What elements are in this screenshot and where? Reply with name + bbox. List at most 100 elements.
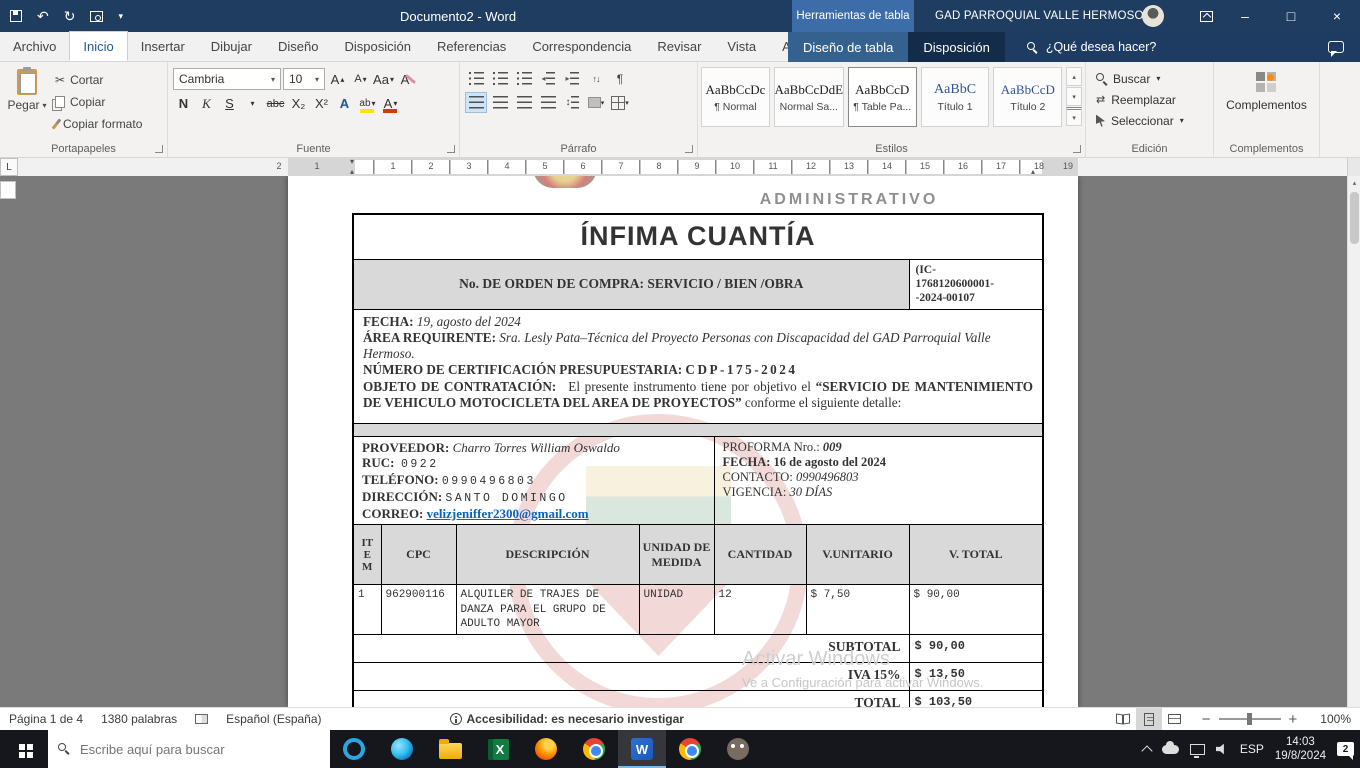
web-layout-button[interactable] — [1162, 708, 1188, 730]
underline-options-icon[interactable]: ▾ — [242, 93, 263, 114]
taskbar-file-explorer[interactable] — [426, 730, 474, 768]
clipboard-dialog-launcher[interactable] — [155, 145, 163, 153]
cell-cpc[interactable]: 962900116 — [381, 585, 456, 635]
taskbar-chrome[interactable] — [570, 730, 618, 768]
tab-archivo[interactable]: Archivo — [0, 31, 69, 61]
proforma-cell[interactable]: PROFORMA Nro.: 009 FECHA: 16 de agosto d… — [714, 436, 1043, 525]
taskbar-clock[interactable]: 14:03 19/8/2024 — [1275, 735, 1326, 764]
align-center-button[interactable] — [489, 92, 511, 113]
order-code-cell[interactable]: (IC- 1768120600001- -2024-00107 — [909, 259, 1043, 309]
tab-diseno-de-tabla[interactable]: Diseño de tabla — [788, 32, 908, 62]
taskbar-gimp[interactable] — [714, 730, 762, 768]
iva-label[interactable]: IVA 15% — [353, 663, 909, 691]
page-indicator[interactable]: Página 1 de 4 — [0, 708, 92, 730]
save-icon[interactable] — [10, 10, 22, 22]
horizontal-ruler[interactable]: L 2 1 1 2 3 4 5 6 7 8 9 10 11 12 13 14 1… — [0, 158, 1360, 176]
decrease-indent-button[interactable]: ◂ — [537, 68, 559, 89]
styles-gallery-more[interactable]: ▾ — [1066, 107, 1082, 126]
taskbar-search[interactable] — [48, 730, 330, 768]
total-value[interactable]: $ 103,50 — [909, 691, 1043, 707]
copy-button[interactable]: Copiar — [51, 91, 146, 113]
spacer-row[interactable] — [353, 423, 1043, 436]
correo-link[interactable]: velizjeniffer2300@gmail.com — [427, 506, 589, 521]
zoom-slider-thumb[interactable] — [1247, 713, 1252, 725]
tab-dibujar[interactable]: Dibujar — [198, 31, 265, 61]
taskbar-word-active[interactable]: W — [618, 730, 666, 768]
account-name[interactable]: GAD PARROQUIAL VALLE HERMOSO — [935, 0, 1144, 32]
subscript-button[interactable]: X₂ — [288, 93, 309, 114]
close-button[interactable]: × — [1314, 0, 1360, 32]
taskbar-chrome-2[interactable] — [666, 730, 714, 768]
clear-formatting-button[interactable]: A — [396, 69, 417, 90]
justify-button[interactable] — [537, 92, 559, 113]
paste-button[interactable]: Pegar▾ — [3, 65, 51, 139]
style-normal[interactable]: AaBbCcDc ¶ Normal — [701, 67, 770, 127]
styles-scroll-up[interactable]: ▴ — [1066, 67, 1082, 86]
taskbar-search-input[interactable] — [80, 742, 300, 757]
zoom-level[interactable]: 100% — [1311, 708, 1360, 730]
header-cpc[interactable]: CPC — [381, 525, 456, 585]
cut-button[interactable]: ✂Cortar — [51, 69, 146, 91]
ribbon-display-options[interactable] — [1186, 0, 1226, 32]
cell-v-unitario[interactable]: $ 7,50 — [806, 585, 909, 635]
avatar[interactable] — [1142, 5, 1164, 27]
tab-correspondencia[interactable]: Correspondencia — [519, 31, 644, 61]
start-button[interactable] — [0, 730, 48, 768]
volume-tray[interactable] — [1216, 743, 1229, 755]
line-spacing-button[interactable]: ↕ — [561, 92, 583, 113]
header-unidad[interactable]: UNIDAD DE MEDIDA — [639, 525, 714, 585]
network-tray[interactable] — [1190, 744, 1205, 755]
header-v-unitario[interactable]: V.UNITARIO — [806, 525, 909, 585]
total-label[interactable]: TOTAL — [353, 691, 909, 707]
addins-button[interactable]: Complementos — [1218, 68, 1315, 116]
order-label-cell[interactable]: No. DE ORDEN DE COMPRA: SERVICIO / BIEN … — [353, 259, 909, 309]
header-item[interactable]: ITEM — [353, 525, 381, 585]
styles-dialog-launcher[interactable] — [1073, 145, 1081, 153]
style-table-paragraph[interactable]: AaBbCcD ¶ Table Pa... — [848, 67, 917, 127]
right-indent-marker[interactable]: ▴ — [1031, 168, 1035, 176]
first-line-indent-marker[interactable]: ▾ — [350, 158, 354, 166]
shading-button[interactable]: ▾ — [585, 92, 607, 113]
increase-indent-button[interactable]: ▸ — [561, 68, 583, 89]
find-button[interactable]: Buscar▾ — [1089, 68, 1210, 89]
proofing-status[interactable] — [186, 708, 217, 730]
cell-unidad[interactable]: UNIDAD — [639, 585, 714, 635]
order-info-cell[interactable]: FECHA: 19, agosto del 2024 ÁREA REQUIREN… — [353, 309, 1043, 423]
format-painter-button[interactable]: Copiar formato — [51, 113, 146, 135]
tab-inicio[interactable]: Inicio — [69, 31, 127, 61]
bold-button[interactable]: N — [173, 93, 194, 114]
shrink-font-button[interactable]: A▾ — [350, 69, 371, 90]
notifications-icon[interactable]: 2 — [1337, 742, 1354, 756]
numbering-button[interactable] — [489, 68, 511, 89]
underline-button[interactable]: S — [219, 93, 240, 114]
scroll-up-arrow[interactable]: ▴ — [1348, 176, 1360, 190]
undo-icon[interactable]: ↶ — [37, 8, 49, 25]
text-effects-button[interactable]: A — [334, 93, 355, 114]
language-indicator[interactable]: Español (España) — [217, 708, 330, 730]
tab-disposicion-tabla[interactable]: Disposición — [908, 32, 1004, 62]
customize-quick-access-icon[interactable]: ▾ — [118, 11, 123, 22]
align-right-button[interactable] — [513, 92, 535, 113]
proveedor-cell[interactable]: PROVEEDOR: Charro Torres William Oswaldo… — [353, 436, 714, 525]
style-heading-1[interactable]: AaBbC Título 1 — [921, 67, 990, 127]
cell-v-total[interactable]: $ 90,00 — [909, 585, 1043, 635]
document-page[interactable]: ADMINISTRATIVO ÍNFIMA CUANTÍA No. DE ORD… — [288, 176, 1078, 707]
minimize-button[interactable]: – — [1222, 0, 1268, 32]
taskbar-firefox[interactable] — [522, 730, 570, 768]
cell-cantidad[interactable]: 12 — [714, 585, 806, 635]
zoom-out-button[interactable]: − — [1202, 712, 1211, 727]
tab-diseno[interactable]: Diseño — [265, 31, 331, 61]
style-heading-2[interactable]: AaBbCcD Título 2 — [993, 67, 1062, 127]
left-indent-marker[interactable]: ▴ — [350, 168, 354, 176]
replace-button[interactable]: ⇄Reemplazar — [1089, 89, 1210, 110]
borders-button[interactable]: ▾ — [609, 92, 631, 113]
font-dialog-launcher[interactable] — [447, 145, 455, 153]
scrollbar-thumb[interactable] — [1350, 192, 1359, 244]
cell-descripcion[interactable]: ALQUILER DE TRAJES DE DANZA PARA EL GRUP… — [456, 585, 639, 635]
header-descripcion[interactable]: DESCRIPCIÓN — [456, 525, 639, 585]
header-v-total[interactable]: V. TOTAL — [909, 525, 1043, 585]
read-mode-button[interactable] — [1110, 708, 1136, 730]
header-cantidad[interactable]: CANTIDAD — [714, 525, 806, 585]
font-color-button[interactable]: A▾ — [380, 93, 401, 114]
maximize-button[interactable]: □ — [1268, 0, 1314, 32]
